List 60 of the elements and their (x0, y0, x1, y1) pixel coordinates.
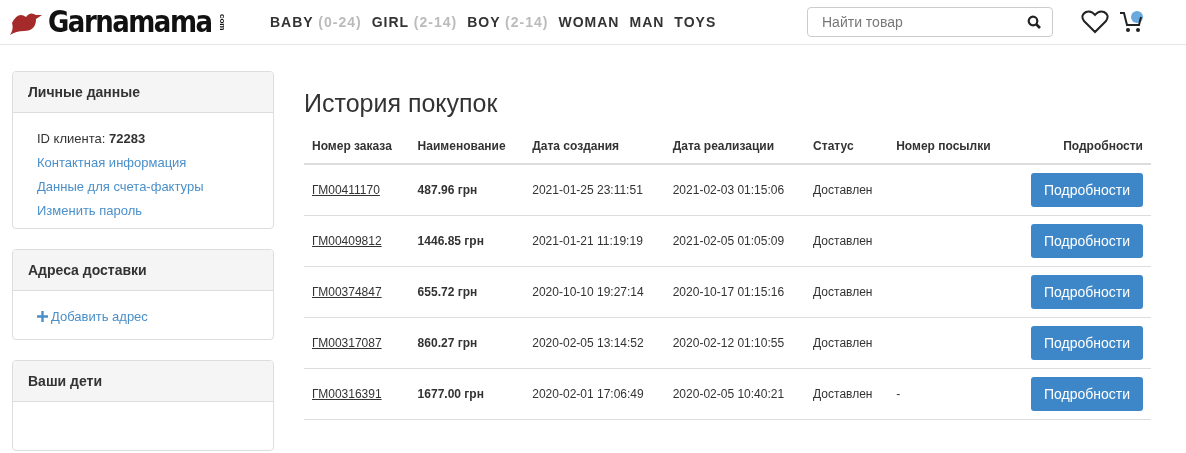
sidebar-link[interactable]: Изменить пароль (37, 203, 249, 218)
table-cell: 1446.85 грн (409, 215, 525, 267)
table-cell: Доставлен (805, 266, 889, 318)
page-title: История покупок (304, 89, 499, 118)
table-cell: 2021-01-21 11:19:19 (524, 215, 665, 267)
table-cell: 2020-10-17 01:15:16 (664, 266, 806, 318)
table-cell: 2020-10-10 19:27:14 (524, 266, 665, 318)
logo-text[interactable]: Garnamama (48, 4, 212, 40)
table-cell: 2021-02-05 01:05:09 (664, 215, 806, 267)
table-cell: 1677.00 грн (409, 368, 525, 420)
column-header: Подробности (1009, 130, 1151, 164)
logo-suffix: com (217, 13, 227, 31)
order-link[interactable]: ГМ00317087 (312, 336, 382, 350)
details-button[interactable]: Подробности (1030, 377, 1143, 411)
table-cell: 487.96 грн (409, 164, 525, 216)
column-header: Дата создания (524, 130, 665, 164)
table-cell: 2020-02-12 01:10:55 (664, 317, 806, 369)
table-cell: 2020-02-05 10:40:21 (664, 368, 806, 420)
heart-icon[interactable] (1081, 10, 1109, 34)
sidebar-link[interactable]: Данные для счета-фактуры (37, 179, 249, 194)
table-cell: - (888, 368, 1010, 420)
add-address-link[interactable]: Добавить адрес (37, 309, 249, 324)
table-cell: Доставлен (805, 368, 889, 420)
column-header: Номер посылки (888, 130, 1010, 164)
details-button[interactable]: Подробности (1030, 173, 1143, 207)
nav-link[interactable]: WOMAN (558, 14, 620, 30)
nav-link[interactable]: BOY (2-14) (467, 14, 549, 30)
plus-icon (37, 311, 48, 322)
client-id: ID клиента: 72283 (37, 131, 147, 146)
table-cell: Доставлен (805, 215, 889, 267)
nav-link[interactable]: BABY (0-24) (270, 14, 362, 30)
details-button[interactable]: Подробности (1030, 275, 1143, 309)
table-cell: 2021-02-03 01:15:06 (664, 164, 806, 216)
column-header: Дата реализации (664, 130, 806, 164)
order-link[interactable]: ГМ00409812 (312, 234, 382, 248)
nav-link[interactable]: MAN (629, 14, 665, 30)
search-icon[interactable] (1027, 15, 1041, 29)
search-field[interactable]: Найти товар (807, 7, 1053, 37)
table-cell: 2020-02-01 17:06:49 (524, 368, 665, 420)
sidebar-link[interactable]: Контактная информация (37, 155, 249, 170)
table-cell: 2021-01-25 23:11:51 (524, 164, 665, 216)
details-button[interactable]: Подробности (1030, 224, 1143, 258)
table-cell: 860.27 грн (409, 317, 525, 369)
table-cell: Доставлен (805, 164, 889, 216)
table-cell: Доставлен (805, 317, 889, 369)
panel-title: Личные данные (13, 72, 273, 113)
order-link[interactable]: ГМ00316391 (312, 387, 382, 401)
order-link[interactable]: ГМ00374847 (312, 285, 382, 299)
nav-link[interactable]: GIRL (2-14) (371, 14, 458, 30)
column-header: Наименование (409, 130, 525, 164)
details-button[interactable]: Подробности (1030, 326, 1143, 360)
cart-icon[interactable] (1119, 10, 1145, 34)
table-cell: 655.72 грн (409, 266, 525, 318)
table-cell: 2020-02-05 13:14:52 (524, 317, 665, 369)
panel-title: Адреса доставки (13, 250, 273, 291)
order-link[interactable]: ГМ00411170 (312, 183, 380, 197)
column-header: Номер заказа (304, 130, 410, 164)
panel-title: Ваши дети (13, 361, 273, 402)
column-header: Статус (805, 130, 889, 164)
nav-link[interactable]: TOYS (674, 14, 717, 30)
